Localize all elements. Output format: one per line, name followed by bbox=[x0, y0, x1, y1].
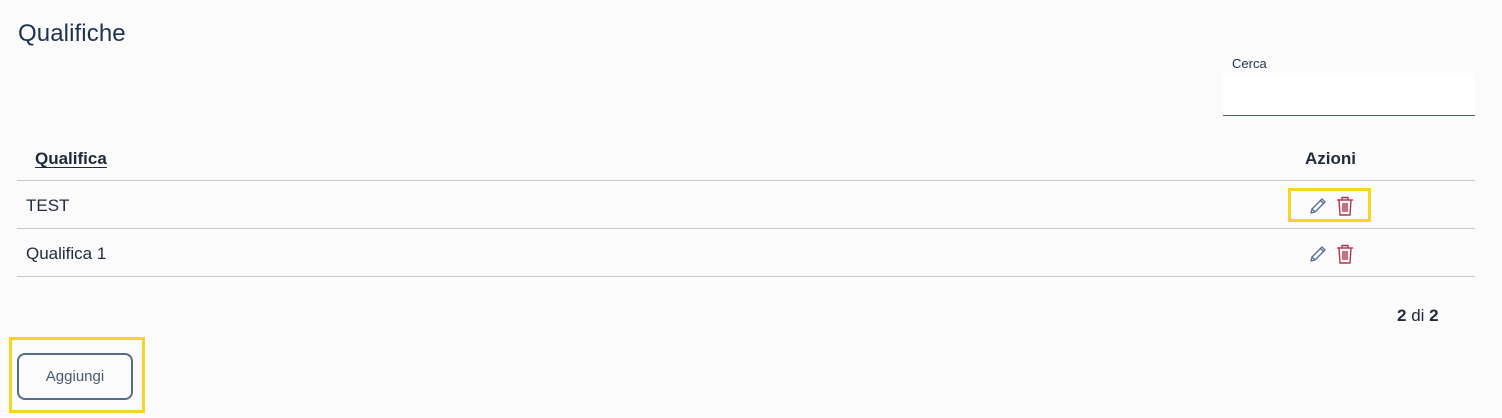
row-name: TEST bbox=[26, 196, 70, 215]
pagination-total: 2 bbox=[1429, 306, 1439, 325]
row-name: Qualifica 1 bbox=[26, 244, 107, 263]
pagination-separator: di bbox=[1411, 306, 1425, 325]
table-row: Qualifica 1 bbox=[17, 229, 1475, 277]
edit-button[interactable] bbox=[1307, 243, 1329, 265]
pagination-current: 2 bbox=[1397, 306, 1407, 325]
column-header-azioni: Azioni bbox=[1305, 149, 1356, 168]
pencil-icon bbox=[1310, 246, 1326, 262]
table-row: TEST bbox=[17, 181, 1475, 229]
delete-button[interactable] bbox=[1334, 195, 1356, 217]
table-header: Qualifica Azioni bbox=[17, 134, 1475, 181]
edit-button[interactable] bbox=[1307, 195, 1329, 217]
row-actions bbox=[1307, 243, 1365, 265]
column-header-qualifica[interactable]: Qualifica bbox=[35, 149, 107, 169]
qualifiche-table: Qualifica Azioni TEST Qualifica 1 bbox=[17, 134, 1475, 277]
pagination-info: 2 di 2 bbox=[1397, 306, 1439, 326]
trash-icon bbox=[1337, 244, 1353, 264]
page-title: Qualifiche bbox=[18, 20, 126, 47]
trash-icon bbox=[1337, 196, 1353, 216]
add-button[interactable]: Aggiungi bbox=[17, 353, 133, 400]
delete-button[interactable] bbox=[1334, 243, 1356, 265]
pencil-icon bbox=[1310, 198, 1326, 214]
search-field: Cerca bbox=[1223, 52, 1475, 118]
row-actions bbox=[1307, 195, 1365, 217]
search-input[interactable] bbox=[1223, 73, 1475, 116]
search-label: Cerca bbox=[1232, 56, 1267, 71]
